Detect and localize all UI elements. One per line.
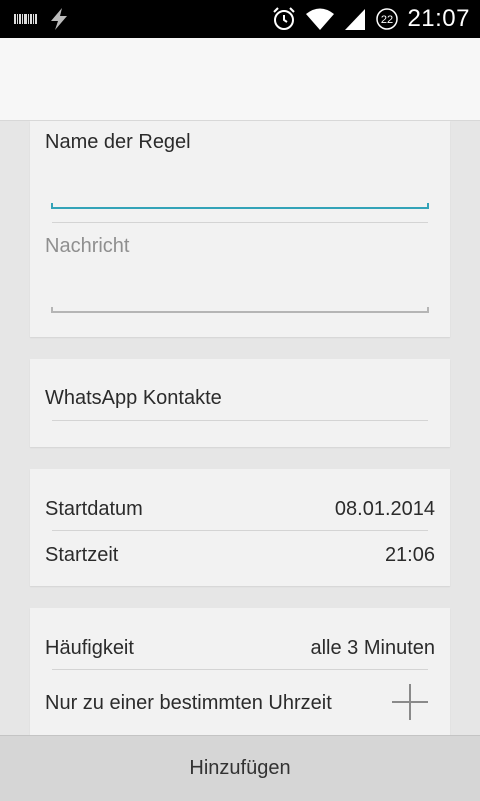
rule-name-label: Name der Regel bbox=[45, 131, 191, 153]
rule-details-card: Name der Regel Nachricht bbox=[30, 121, 450, 337]
rule-name-input[interactable] bbox=[51, 203, 429, 209]
schedule-card: Startdatum 08.01.2014 Startzeit 21:06 bbox=[30, 469, 450, 586]
alarm-icon bbox=[271, 6, 297, 32]
start-date-value[interactable]: 08.01.2014 bbox=[335, 498, 435, 521]
divider bbox=[52, 669, 428, 670]
add-button[interactable]: Hinzufügen bbox=[0, 735, 480, 801]
action-bar bbox=[0, 38, 480, 121]
frequency-card: Häufigkeit alle 3 Minuten Nur zu einer b… bbox=[30, 608, 450, 738]
add-specific-time-button[interactable] bbox=[392, 684, 428, 720]
notification-count: 22 bbox=[381, 14, 393, 26]
frequency-value[interactable]: alle 3 Minuten bbox=[310, 637, 435, 660]
start-time-label: Startzeit bbox=[45, 544, 119, 566]
barcode-icon bbox=[14, 14, 38, 24]
divider bbox=[52, 530, 428, 531]
lightning-icon bbox=[48, 7, 70, 31]
divider bbox=[52, 222, 428, 223]
whatsapp-contacts-selector[interactable]: WhatsApp Kontakte bbox=[45, 387, 222, 410]
contacts-card: WhatsApp Kontakte bbox=[30, 359, 450, 447]
specific-time-label: Nur zu einer bestimmten Uhrzeit bbox=[45, 692, 332, 714]
message-input[interactable] bbox=[51, 307, 429, 313]
status-bar: 22 21:07 bbox=[0, 0, 480, 38]
status-clock: 21:07 bbox=[407, 5, 470, 32]
plus-icon bbox=[392, 684, 428, 720]
start-time-value[interactable]: 21:06 bbox=[385, 544, 435, 567]
notification-count-icon: 22 bbox=[375, 7, 399, 31]
frequency-label: Häufigkeit bbox=[45, 637, 134, 659]
divider bbox=[52, 420, 428, 421]
message-placeholder: Nachricht bbox=[45, 235, 130, 257]
start-date-label: Startdatum bbox=[45, 498, 143, 520]
wifi-icon bbox=[305, 7, 335, 31]
signal-icon bbox=[343, 7, 367, 31]
